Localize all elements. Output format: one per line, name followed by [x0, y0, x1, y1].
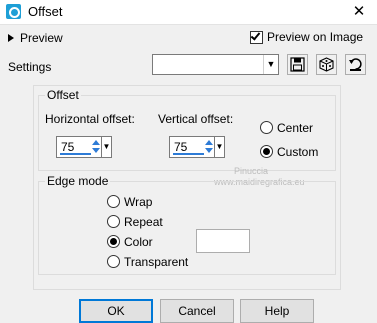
offset-group-legend: Offset: [47, 88, 79, 102]
offset-app-icon: [6, 4, 21, 19]
preview-on-image-checkbox[interactable]: [250, 30, 263, 44]
radio-custom-label: Custom: [277, 145, 319, 159]
reset-icon: [349, 58, 362, 71]
settings-dropdown[interactable]: ▼: [152, 54, 279, 75]
preview-toggle[interactable]: Preview: [8, 30, 63, 46]
radio-transparent[interactable]: [107, 255, 120, 268]
vertical-offset-stepper[interactable]: [204, 138, 214, 156]
vertical-offset-dropdown-arrow[interactable]: ▼: [214, 137, 224, 157]
cancel-button[interactable]: Cancel: [160, 299, 234, 323]
radio-selected-dot: [110, 238, 117, 245]
edge-color-swatch[interactable]: [196, 229, 250, 253]
radio-color[interactable]: [107, 235, 120, 248]
radio-selected-dot: [263, 148, 270, 155]
spin-up-icon[interactable]: [205, 140, 213, 145]
checkmark-icon: [250, 30, 261, 41]
save-preset-button[interactable]: [287, 54, 308, 75]
radio-center[interactable]: [260, 121, 273, 134]
edge-mode-group-legend: Edge mode: [47, 174, 109, 188]
radio-wrap[interactable]: [107, 195, 120, 208]
title-divider: [0, 24, 377, 25]
radio-repeat[interactable]: [107, 215, 120, 228]
horizontal-offset-dropdown-arrow[interactable]: ▼: [101, 137, 111, 157]
horizontal-offset-stepper[interactable]: [91, 138, 101, 156]
chevron-down-icon[interactable]: ▼: [263, 55, 278, 74]
dice-icon: [319, 57, 334, 72]
radio-color-label: Color: [124, 235, 153, 249]
window-title: Offset: [28, 4, 63, 19]
radio-wrap-label: Wrap: [124, 195, 153, 209]
radio-transparent-label: Transparent: [124, 255, 189, 269]
settings-label: Settings: [8, 60, 52, 74]
help-button[interactable]: Help: [240, 299, 314, 323]
focus-underline: [60, 153, 91, 155]
vertical-offset-label: Vertical offset:: [158, 112, 234, 126]
radio-repeat-label: Repeat: [124, 215, 163, 229]
spin-down-icon[interactable]: [205, 148, 213, 153]
radio-custom[interactable]: [260, 145, 273, 158]
spin-down-icon[interactable]: [92, 148, 100, 153]
ok-button[interactable]: OK: [79, 299, 153, 323]
randomize-button[interactable]: [316, 54, 337, 75]
horizontal-offset-label: Horizontal offset:: [45, 112, 135, 126]
horizontal-offset-value: 75: [61, 140, 75, 154]
radio-center-label: Center: [277, 121, 314, 135]
reset-button[interactable]: [345, 54, 366, 75]
preview-toggle-label: Preview: [20, 30, 63, 45]
focus-underline: [173, 153, 204, 155]
vertical-offset-value: 75: [174, 140, 188, 154]
spin-up-icon[interactable]: [92, 140, 100, 145]
title-bar: Offset ✕: [0, 0, 377, 24]
horizontal-offset-field[interactable]: 75 ▼: [56, 136, 112, 158]
expand-arrow-icon: [8, 33, 14, 42]
preview-on-image-label: Preview on Image: [267, 30, 364, 44]
vertical-offset-field[interactable]: 75 ▼: [169, 136, 225, 158]
save-icon: [290, 57, 305, 72]
close-button[interactable]: ✕: [345, 0, 373, 24]
